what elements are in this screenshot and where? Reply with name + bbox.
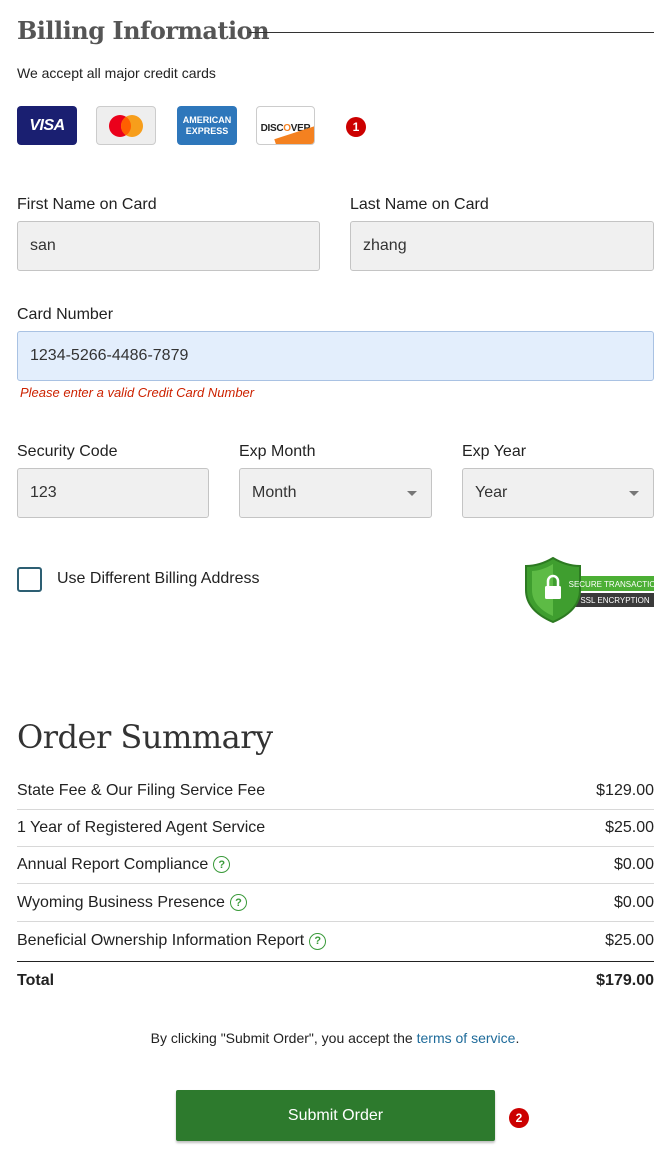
first-name-value: san xyxy=(30,237,56,254)
order-total-row: Total $179.00 xyxy=(17,961,654,999)
mastercard-logo xyxy=(96,106,156,145)
last-name-value: zhang xyxy=(363,237,407,254)
order-item-name: State Fee & Our Filing Service Fee xyxy=(17,782,265,800)
item-label: Annual Report Compliance xyxy=(17,855,209,873)
terms-prefix: By clicking "Submit Order", you accept t… xyxy=(150,1030,417,1046)
help-icon[interactable]: ? xyxy=(213,856,231,873)
chevron-down-icon xyxy=(629,491,639,496)
order-row: State Fee & Our Filing Service Fee $129.… xyxy=(17,772,654,810)
terms-notice: By clicking "Submit Order", you accept t… xyxy=(0,1030,670,1046)
order-row: 1 Year of Registered Agent Service $25.0… xyxy=(17,809,654,847)
order-summary-title: Order Summary xyxy=(17,718,273,756)
visa-logo: VISA xyxy=(17,106,77,145)
help-icon[interactable]: ? xyxy=(309,932,327,950)
amex-line2: EXPRESS xyxy=(185,125,229,136)
order-item-name: Beneficial Ownership Information Report? xyxy=(17,932,327,950)
last-name-label: Last Name on Card xyxy=(350,196,489,213)
order-item-name: Annual Report Compliance? xyxy=(17,855,231,874)
order-row: Beneficial Ownership Information Report?… xyxy=(17,922,654,960)
order-item-price: $25.00 xyxy=(605,932,654,949)
amex-logo: AMERICAN EXPRESS xyxy=(177,106,237,145)
first-name-input[interactable]: san xyxy=(17,221,320,271)
card-number-value: 1234-5266-4486-7879 xyxy=(30,347,189,364)
card-number-input[interactable]: 1234-5266-4486-7879 xyxy=(17,331,654,381)
chevron-down-icon xyxy=(407,491,417,496)
item-label: 1 Year of Registered Agent Service xyxy=(17,818,266,836)
item-label: Beneficial Ownership Information Report xyxy=(17,932,305,949)
submit-order-button[interactable]: Submit Order xyxy=(176,1090,495,1141)
different-billing-label[interactable]: Use Different Billing Address xyxy=(57,570,259,588)
step-badge: 2 xyxy=(509,1108,529,1128)
terms-suffix: . xyxy=(515,1030,520,1046)
exp-month-value: Month xyxy=(252,484,297,501)
lock-icon xyxy=(545,586,561,599)
order-row: Annual Report Compliance? $0.00 xyxy=(17,846,654,884)
order-item-price: $129.00 xyxy=(596,781,654,799)
amex-line1: AMERICAN xyxy=(182,114,232,125)
card-number-error: Please enter a valid Credit Card Number xyxy=(20,385,255,400)
security-code-input[interactable]: 123 xyxy=(17,468,209,518)
security-code-label: Security Code xyxy=(17,443,118,460)
exp-year-value: Year xyxy=(475,484,508,501)
step-badge: 1 xyxy=(346,117,366,137)
order-item-name: 1 Year of Registered Agent Service xyxy=(17,819,265,837)
total-value: $179.00 xyxy=(596,971,654,989)
item-label: State Fee & Our Filing Service Fee xyxy=(17,781,266,799)
ssl-line1: SECURE TRANSACTION xyxy=(569,580,657,589)
item-label: Wyoming Business Presence xyxy=(17,893,225,911)
order-item-price: $0.00 xyxy=(613,855,654,873)
terms-of-service-link[interactable]: terms of service xyxy=(417,1030,516,1046)
order-item-price: $0.00 xyxy=(613,893,654,911)
billing-title: Billing Information xyxy=(17,16,270,45)
discover-logo: DISCOVER xyxy=(256,106,315,145)
security-code-value: 123 xyxy=(30,484,57,501)
accepted-cards-text: We accept all major credit cards xyxy=(17,65,216,81)
title-divider xyxy=(249,32,654,33)
card-number-label: Card Number xyxy=(17,306,114,323)
exp-year-label: Exp Year xyxy=(462,443,527,460)
first-name-label: First Name on Card xyxy=(17,196,157,213)
exp-month-select[interactable]: Month xyxy=(239,468,432,518)
order-item-name: Wyoming Business Presence? xyxy=(17,894,247,912)
help-icon[interactable]: ? xyxy=(229,894,247,911)
visa-logo-text: VISA xyxy=(29,116,65,134)
order-row: Wyoming Business Presence? $0.00 xyxy=(17,884,654,922)
last-name-input[interactable]: zhang xyxy=(350,221,654,271)
order-item-price: $25.00 xyxy=(605,818,654,836)
exp-year-select[interactable]: Year xyxy=(462,468,654,518)
ssl-secure-badge: SECURE TRANSACTION SSL ENCRYPTION xyxy=(525,556,657,624)
different-billing-checkbox[interactable] xyxy=(17,567,42,592)
exp-month-label: Exp Month xyxy=(239,443,316,460)
mastercard-icon xyxy=(109,114,143,137)
ssl-line2: SSL ENCRYPTION xyxy=(580,596,650,605)
total-label: Total xyxy=(17,971,55,989)
